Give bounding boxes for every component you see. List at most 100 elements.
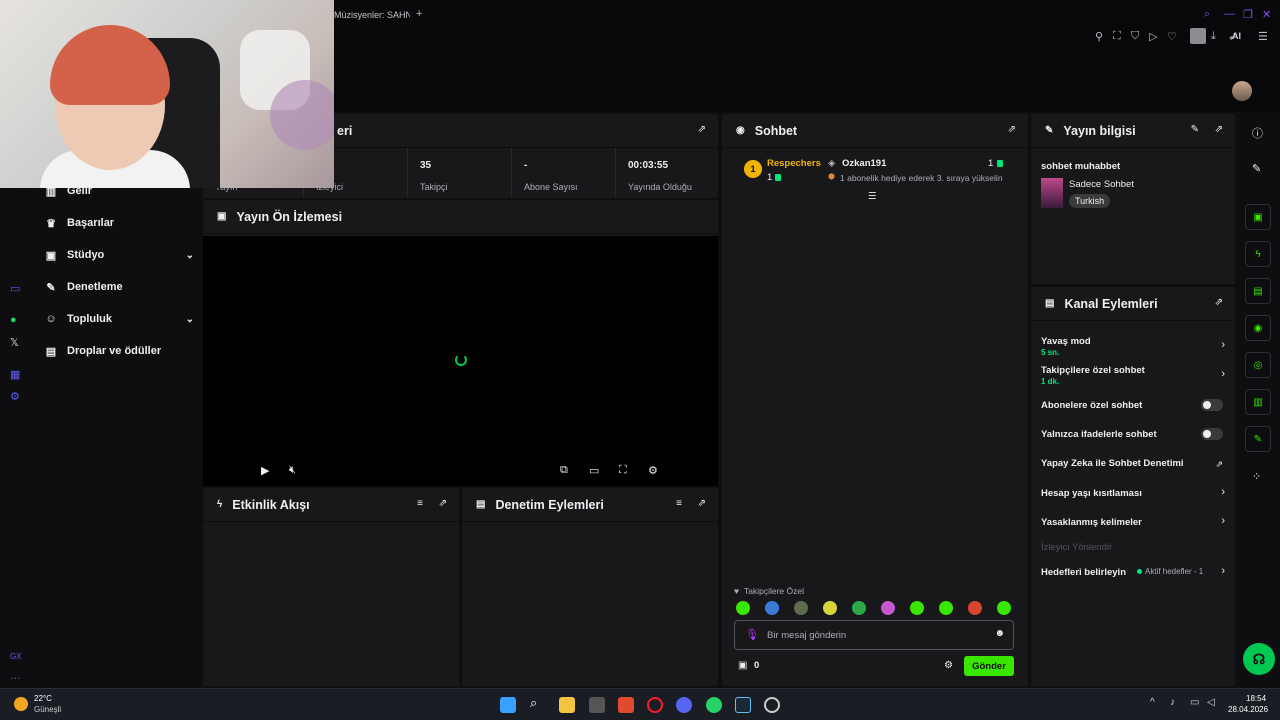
emote-icon[interactable]	[823, 601, 837, 615]
info-icon[interactable]: ⓘ	[1252, 125, 1263, 141]
notes-icon[interactable]: ▤	[1245, 278, 1271, 304]
theater-icon[interactable]: ▭	[589, 464, 599, 477]
settings-icon[interactable]: ⚙	[944, 660, 953, 671]
ai-button[interactable]: AI	[1232, 31, 1241, 41]
slow-mode-row[interactable]: Yavaş mod 5 sn. ›	[1041, 336, 1225, 357]
mute-icon[interactable]: 🔇︎	[289, 464, 296, 477]
emote-chat-toggle[interactable]	[1201, 428, 1223, 440]
video-player[interactable]: ▶ 🔇︎ ⧉ ▭ ⛶ ⚙	[203, 236, 718, 486]
emote-icon[interactable]	[968, 601, 982, 615]
opera-gx-icon[interactable]	[647, 697, 663, 713]
language-tag[interactable]: Turkish	[1069, 194, 1111, 208]
account-age-row[interactable]: Hesap yaşı kısıtlaması ›	[1041, 486, 1225, 499]
wrench-icon[interactable]: ✎	[1245, 426, 1271, 452]
discord-icon[interactable]	[676, 697, 692, 713]
nav-item-basarilar[interactable]: ♛ Başarılar	[44, 213, 194, 233]
app-icon[interactable]	[589, 697, 605, 713]
emote-icon[interactable]	[765, 601, 779, 615]
pip-icon[interactable]: ⧉	[560, 464, 568, 477]
goals-row[interactable]: Hedefleri belirleyin Aktif hedefler - 1 …	[1041, 565, 1225, 578]
steam-icon[interactable]	[735, 697, 751, 713]
whatsapp-icon[interactable]	[706, 697, 722, 713]
mic-icon[interactable]: ♪	[1170, 697, 1175, 708]
x-icon[interactable]: 𝕏	[10, 336, 19, 349]
shield-icon[interactable]: ⛉	[1131, 30, 1139, 43]
close-icon[interactable]: ✕	[1262, 8, 1271, 21]
popout-icon[interactable]: ⇗	[1215, 124, 1223, 135]
category-thumbnail[interactable]	[1041, 178, 1063, 208]
gamepad-icon[interactable]: ▭	[10, 282, 20, 295]
explorer-icon[interactable]	[559, 697, 575, 713]
chevron-down-icon[interactable]: ⌄	[186, 314, 194, 325]
event-user[interactable]: Respechers	[767, 158, 821, 169]
nav-item-topluluk[interactable]: ☺ Topluluk ⌄	[44, 309, 194, 329]
follower-chat-row[interactable]: Takipçilere özel sohbet 1 dk. ›	[1041, 365, 1225, 386]
whatsapp-icon[interactable]: ●	[10, 314, 17, 326]
chevron-right-icon[interactable]: ›	[1221, 565, 1225, 577]
microphone-icon[interactable]: 🎙︎	[745, 628, 759, 641]
pin-icon[interactable]: ⚲	[1095, 30, 1103, 43]
apps-icon[interactable]: ▦	[10, 368, 20, 381]
chevron-up-icon[interactable]: ^	[1150, 697, 1155, 708]
collapse-icon[interactable]: ☰	[868, 191, 877, 202]
emote-icon[interactable]	[852, 601, 866, 615]
clock-time[interactable]: 18:54	[1246, 694, 1266, 703]
popout-icon[interactable]: ⇗	[1215, 297, 1223, 308]
banned-words-row[interactable]: Yasaklanmış kelimeler ›	[1041, 515, 1225, 528]
new-tab-button[interactable]: +	[416, 8, 422, 20]
edit-icon[interactable]: ✎	[1252, 162, 1261, 175]
weather-icon[interactable]	[14, 697, 28, 711]
more-icon[interactable]: ⁘	[1252, 470, 1261, 483]
chevron-down-icon[interactable]: ⌄	[186, 250, 194, 261]
clip-icon[interactable]: ▣	[1245, 204, 1271, 230]
heart-icon[interactable]: ♡	[1167, 30, 1177, 43]
fullscreen-icon[interactable]: ⛶	[619, 464, 627, 477]
emote-icon[interactable]	[794, 601, 808, 615]
minimize-icon[interactable]: —	[1224, 8, 1235, 20]
app-icon[interactable]	[764, 697, 780, 713]
nav-item-droplar[interactable]: ▤ Droplar ve ödüller	[44, 341, 194, 361]
filter-icon[interactable]: ≡	[676, 498, 682, 509]
send-button[interactable]: Gönder	[964, 656, 1014, 676]
external-link-icon[interactable]: ⇗	[1215, 459, 1223, 470]
volume-icon[interactable]: ◁	[1207, 697, 1215, 708]
more-icon[interactable]: …	[10, 670, 21, 682]
emote-icon[interactable]	[910, 601, 924, 615]
chevron-right-icon[interactable]: ›	[1221, 368, 1225, 380]
capture-icon[interactable]: ⛶	[1113, 30, 1121, 43]
emote-icon[interactable]	[736, 601, 750, 615]
help-button[interactable]: ☊	[1243, 643, 1275, 675]
chevron-right-icon[interactable]: ›	[1221, 339, 1225, 351]
settings-icon[interactable]: ⚙	[648, 464, 658, 477]
category-name[interactable]: Sadece Sohbet	[1069, 179, 1134, 190]
download-icon[interactable]: ⤓	[1211, 30, 1216, 43]
popout-icon[interactable]: ⇗	[1008, 124, 1016, 135]
gifter-name[interactable]: Ozkan191	[842, 158, 886, 169]
gx-icon[interactable]: GX	[10, 652, 22, 661]
broadcast-icon[interactable]: ◎	[1245, 352, 1271, 378]
browser-tab-title[interactable]: Müzisyenler: SAHNE	[334, 10, 410, 20]
popout-icon[interactable]: ⇗	[698, 124, 706, 135]
chevron-right-icon[interactable]: ›	[1221, 515, 1225, 527]
emoji-icon[interactable]: ☻	[994, 628, 1005, 639]
start-icon[interactable]	[500, 697, 516, 713]
restore-icon[interactable]: ❐	[1243, 8, 1253, 21]
edit-icon[interactable]: ✎	[1191, 124, 1199, 135]
emote-icon[interactable]	[997, 601, 1011, 615]
emote-icon[interactable]	[939, 601, 953, 615]
play-icon[interactable]: ▷	[1149, 30, 1157, 43]
points-icon[interactable]: ▣	[738, 660, 747, 671]
nav-item-studyo[interactable]: ▣ Stüdyo ⌄	[44, 245, 194, 265]
search-icon[interactable]: ⌕	[530, 695, 546, 711]
popout-icon[interactable]: ⇗	[698, 498, 706, 509]
popout-icon[interactable]: ⇗	[439, 498, 447, 509]
search-icon[interactable]: ⌕	[1204, 8, 1210, 21]
filter-icon[interactable]: ≡	[417, 498, 423, 509]
nav-item-denetleme[interactable]: ✎ Denetleme	[44, 277, 194, 297]
settings-icon[interactable]: ⚙	[10, 390, 20, 403]
clock-date[interactable]: 28.04.2026	[1228, 705, 1268, 714]
chat-icon[interactable]: ◉	[1245, 315, 1271, 341]
profile-avatar[interactable]	[1190, 28, 1206, 44]
ai-moderation-row[interactable]: Yapay Zeka ile Sohbet Denetimi ⇗	[1041, 458, 1225, 469]
lightning-icon[interactable]: ϟ	[1245, 241, 1271, 267]
